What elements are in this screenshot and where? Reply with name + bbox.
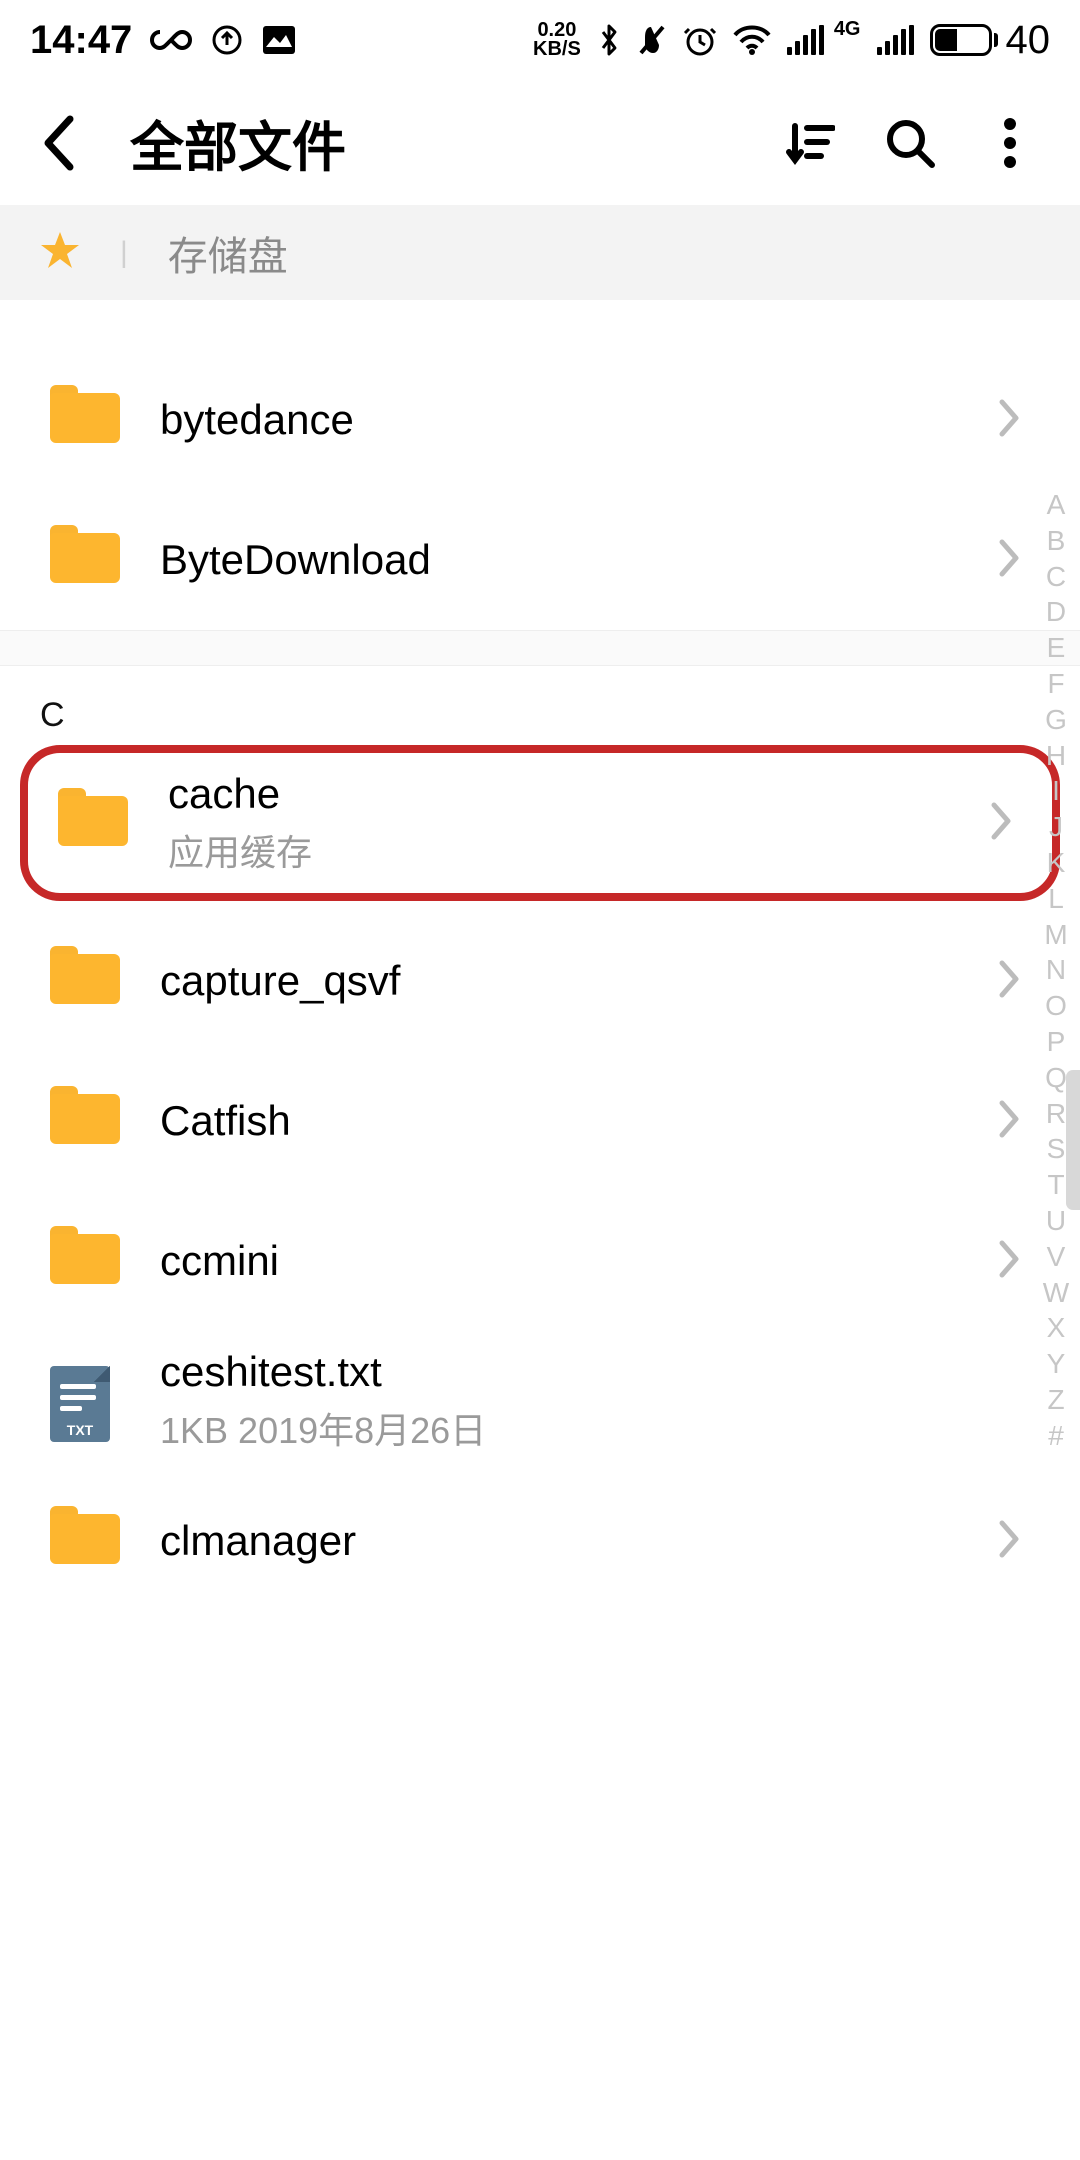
circle-arrow-icon	[210, 23, 244, 57]
txt-file-icon: TXT	[50, 1366, 120, 1436]
alarm-icon	[683, 23, 717, 57]
chevron-right-icon	[998, 1099, 1020, 1144]
alpha-index-letter[interactable]: K	[1047, 848, 1066, 879]
item-subtitle: 应用缓存	[168, 824, 990, 876]
chevron-right-icon	[998, 959, 1020, 1004]
alpha-index-letter[interactable]: I	[1052, 776, 1060, 807]
breadcrumb-storage[interactable]: 存储盘	[168, 224, 288, 282]
status-right: 0.20 KB/S 4G 40	[533, 18, 1050, 63]
status-bar: 14:47 0.20 KB/S 4G	[0, 0, 1080, 80]
alpha-index-letter[interactable]: X	[1047, 1313, 1066, 1344]
alpha-index-letter[interactable]: Z	[1047, 1385, 1064, 1416]
alpha-index-letter[interactable]: B	[1047, 526, 1066, 557]
item-name: ccmini	[160, 1237, 998, 1285]
folder-icon	[50, 385, 120, 455]
search-button[interactable]	[870, 103, 950, 183]
folder-icon	[50, 1226, 120, 1296]
file-list: bytedance ByteDownload C cache 应用缓存 capt…	[0, 300, 1080, 1611]
alpha-index-letter[interactable]: T	[1047, 1170, 1064, 1201]
folder-bytedance[interactable]: bytedance	[0, 350, 1080, 490]
signal-4g-label: 4G	[834, 18, 861, 41]
item-name: ByteDownload	[160, 536, 998, 584]
item-name: Catfish	[160, 1097, 998, 1145]
alpha-index-letter[interactable]: Y	[1047, 1349, 1066, 1380]
folder-clmanager[interactable]: clmanager	[0, 1471, 1080, 1611]
more-button[interactable]	[970, 103, 1050, 183]
breadcrumb: | 存储盘	[0, 205, 1080, 300]
chevron-right-icon	[998, 1519, 1020, 1564]
alphabet-index[interactable]: ABCDEFGHIJKLMNOPQRSTUVWXYZ #	[1038, 490, 1074, 1452]
item-name: bytedance	[160, 396, 998, 444]
alpha-index-letter[interactable]: V	[1047, 1242, 1066, 1273]
alpha-index-letter[interactable]: #	[1048, 1421, 1064, 1452]
folder-icon	[50, 1506, 120, 1576]
alpha-index-letter[interactable]: S	[1047, 1134, 1066, 1165]
status-left: 14:47	[30, 18, 296, 63]
alpha-index-letter[interactable]: Q	[1045, 1063, 1067, 1094]
alpha-index-letter[interactable]: R	[1046, 1099, 1066, 1130]
alpha-index-letter[interactable]: J	[1049, 812, 1063, 843]
folder-bytedownload[interactable]: ByteDownload	[0, 490, 1080, 630]
wifi-icon	[733, 25, 771, 55]
file-ceshitest[interactable]: TXT ceshitest.txt 1KB 2019年8月26日	[0, 1331, 1080, 1471]
folder-icon	[50, 946, 120, 1016]
alpha-index-letter[interactable]: M	[1044, 920, 1067, 951]
network-speed: 0.20 KB/S	[533, 21, 581, 59]
net-speed-unit: KB/S	[533, 40, 581, 59]
alpha-index-letter[interactable]: N	[1046, 955, 1066, 986]
star-icon[interactable]	[40, 230, 80, 275]
chevron-right-icon	[998, 1239, 1020, 1284]
alpha-index-letter[interactable]: F	[1047, 669, 1064, 700]
highlight-annotation: cache 应用缓存	[20, 745, 1060, 901]
toolbar: 全部文件	[0, 80, 1080, 205]
item-name: clmanager	[160, 1517, 998, 1565]
alpha-index-letter[interactable]: L	[1048, 884, 1064, 915]
folder-icon	[50, 525, 120, 595]
alpha-index-letter[interactable]: O	[1045, 991, 1067, 1022]
folder-icon	[58, 788, 128, 858]
folder-cache[interactable]: cache 应用缓存	[28, 753, 1052, 893]
battery-percent: 40	[1006, 18, 1051, 63]
signal-1-icon	[787, 25, 824, 55]
alpha-index-letter[interactable]: W	[1043, 1278, 1069, 1309]
signal-2-icon	[877, 25, 914, 55]
chevron-right-icon	[998, 398, 1020, 443]
alpha-index-letter[interactable]: E	[1047, 633, 1066, 664]
breadcrumb-separator: |	[120, 236, 128, 270]
infinity-icon	[150, 28, 192, 52]
picture-icon	[262, 25, 296, 55]
page-title: 全部文件	[130, 103, 750, 182]
folder-catfish[interactable]: Catfish	[0, 1051, 1080, 1191]
item-name: ceshitest.txt	[160, 1348, 1020, 1396]
scrollbar-thumb[interactable]	[1066, 1070, 1080, 1210]
bluetooth-icon	[597, 22, 621, 58]
txt-label: TXT	[50, 1422, 110, 1438]
section-divider	[0, 630, 1080, 666]
item-subtitle: 1KB 2019年8月26日	[160, 1402, 1020, 1454]
folder-ccmini[interactable]: ccmini	[0, 1191, 1080, 1331]
alpha-index-letter[interactable]: C	[1046, 562, 1066, 593]
alpha-index-letter[interactable]: A	[1047, 490, 1066, 521]
chevron-right-icon	[990, 801, 1012, 846]
item-name: cache	[168, 770, 990, 818]
back-button[interactable]	[20, 103, 100, 183]
chevron-right-icon	[998, 538, 1020, 583]
sort-button[interactable]	[770, 103, 850, 183]
status-time: 14:47	[30, 18, 132, 63]
item-name: capture_qsvf	[160, 957, 998, 1005]
alpha-index-letter[interactable]: H	[1046, 741, 1066, 772]
mute-icon	[637, 23, 667, 57]
alpha-index-letter[interactable]: U	[1046, 1206, 1066, 1237]
battery-icon: 40	[930, 18, 1051, 63]
folder-icon	[50, 1086, 120, 1156]
section-header-c: C	[0, 666, 1080, 745]
folder-capture-qsvf[interactable]: capture_qsvf	[0, 911, 1080, 1051]
alpha-index-letter[interactable]: G	[1045, 705, 1067, 736]
alpha-index-letter[interactable]: D	[1046, 597, 1066, 628]
alpha-index-letter[interactable]: P	[1047, 1027, 1066, 1058]
